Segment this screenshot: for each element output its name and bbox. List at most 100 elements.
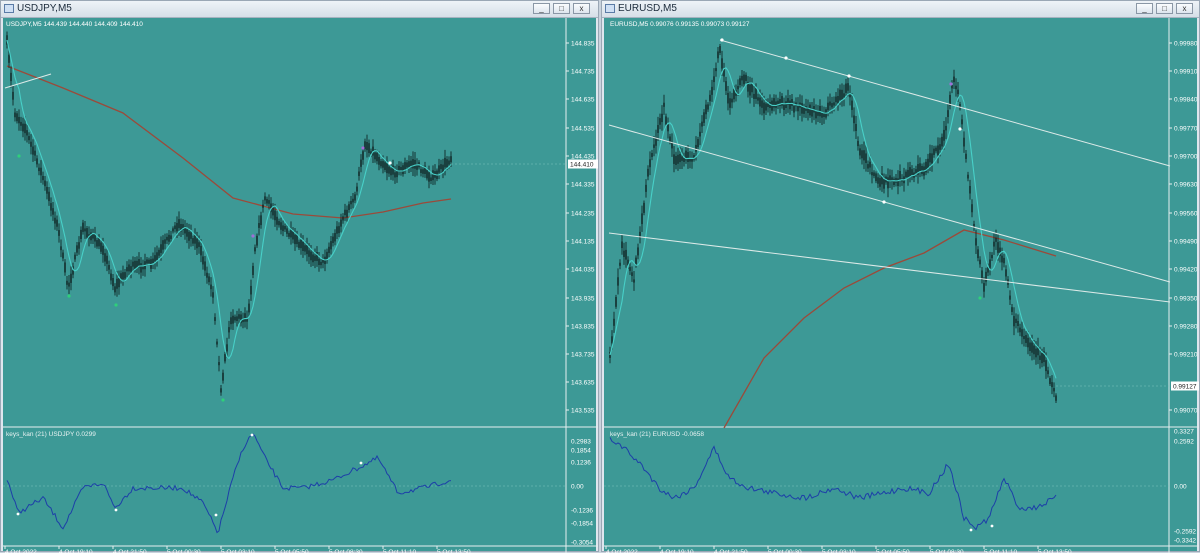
candle-body — [164, 239, 166, 244]
candle-body — [1019, 327, 1021, 333]
trend-line-horizontal[interactable] — [608, 232, 1171, 303]
minimize-button[interactable]: _ — [1136, 3, 1153, 14]
candle-body — [400, 166, 402, 171]
candle-body — [66, 280, 68, 285]
time-axis-label: 4 Oct 21:50 — [714, 549, 748, 553]
candle-body — [703, 112, 705, 123]
indicator-panel-header: keys_kan (21) USDJPY 0.0299 — [6, 431, 96, 438]
candle-body — [22, 123, 24, 132]
price-scale-label: 144.535 — [571, 125, 595, 132]
maximize-button[interactable]: □ — [553, 3, 570, 14]
window-titlebar[interactable]: EURUSD,M5 _ □ x — [602, 1, 1199, 18]
candle-body — [320, 261, 322, 266]
usdjpy-chart-svg[interactable]: USDJPY,M5 144.439 144.440 144.409 144.41… — [3, 18, 598, 553]
candle-body — [935, 147, 937, 152]
signal-marker — [221, 398, 225, 402]
usdjpy-chart-window[interactable]: USDJPY,M5 _ □ x USDJPY,M5 144.439 144.44… — [0, 0, 599, 553]
candle-body — [615, 296, 617, 307]
indicator-panel-header: keys_kan (21) EURUSD -0.0658 — [610, 431, 704, 438]
time-axis-label: 4 Oct 21:50 — [113, 549, 147, 553]
candle-body — [408, 161, 410, 168]
candle-body — [993, 241, 995, 247]
candle-body — [817, 111, 819, 116]
candle-body — [438, 165, 440, 173]
candle-body — [278, 221, 280, 226]
candle-body — [344, 209, 346, 216]
candle-body — [815, 110, 817, 119]
candle-body — [871, 172, 873, 176]
candle-body — [190, 232, 192, 239]
price-scale-label: 143.835 — [571, 323, 595, 330]
candle-body — [715, 68, 717, 72]
candle-body — [200, 245, 202, 256]
candle-body — [1003, 257, 1005, 264]
trend-line-channel[interactable] — [608, 124, 1171, 283]
candle-body — [174, 225, 176, 230]
candle-body — [206, 272, 208, 278]
time-axis-label: 5 Oct 00:30 — [768, 549, 802, 553]
candle-body — [971, 204, 973, 213]
candle-body — [148, 259, 150, 264]
price-scale-label: 144.835 — [571, 40, 595, 47]
chart-area[interactable]: EURUSD,M5 0.99076 0.99135 0.99073 0.9912… — [604, 18, 1199, 553]
close-button[interactable]: x — [1176, 3, 1193, 14]
candle-body — [763, 102, 765, 114]
candle-body — [302, 241, 304, 251]
trend-lines[interactable] — [608, 39, 1171, 303]
candle-body — [985, 271, 987, 282]
candle-body — [196, 238, 198, 249]
minimize-button[interactable]: _ — [533, 3, 550, 14]
candle-body — [238, 314, 240, 319]
candle-body — [719, 46, 721, 54]
candle-body — [1041, 352, 1043, 364]
candle-body — [955, 85, 957, 90]
window-titlebar[interactable]: USDJPY,M5 _ □ x — [1, 1, 598, 18]
candle-body — [214, 317, 216, 321]
candle-body — [855, 124, 857, 131]
chart-area[interactable]: USDJPY,M5 144.439 144.440 144.409 144.41… — [3, 18, 598, 553]
price-scale-label: 0.99770 — [1174, 125, 1198, 132]
eurusd-chart-svg[interactable]: EURUSD,M5 0.99076 0.99135 0.99073 0.9912… — [604, 18, 1199, 553]
candle-body — [82, 222, 84, 232]
candle-body — [673, 154, 675, 164]
indicator-signal-marker — [969, 528, 973, 532]
eurusd-chart-window[interactable]: EURUSD,M5 _ □ x EURUSD,M5 0.99076 0.9913… — [601, 0, 1200, 553]
candle-body — [821, 112, 823, 118]
candle-body — [995, 237, 997, 242]
candle-body — [631, 272, 633, 276]
candle-body — [739, 78, 741, 85]
candle-body — [280, 222, 282, 230]
keys-kan-indicator-line — [609, 437, 1057, 531]
close-button[interactable]: x — [573, 3, 590, 14]
candle-body — [446, 159, 448, 168]
candle-body — [166, 236, 168, 241]
signal-marker — [17, 154, 21, 158]
candle-body — [963, 137, 965, 147]
candle-body — [979, 259, 981, 265]
indicator-signal-marker — [16, 512, 20, 516]
chart-window-icon — [4, 4, 14, 13]
time-axis-label: 4 Oct 19:10 — [59, 549, 93, 553]
candle-body — [346, 209, 348, 218]
candle-body — [16, 113, 18, 122]
time-axis-label: 5 Oct 11:10 — [984, 549, 1018, 553]
candle-body — [268, 200, 270, 204]
candle-body — [705, 104, 707, 115]
candle-body — [30, 141, 32, 147]
price-scale-label: 143.535 — [571, 407, 595, 414]
candle-body — [801, 103, 803, 114]
candle-body — [621, 241, 623, 249]
candle-body — [48, 191, 50, 202]
candle-body — [741, 75, 743, 81]
candle-body — [188, 231, 190, 241]
candle-body — [310, 251, 312, 261]
candle-body — [204, 261, 206, 271]
candle-body — [691, 158, 693, 162]
candle-body — [132, 261, 134, 267]
candle-body — [967, 174, 969, 179]
candle-body — [841, 89, 843, 101]
candle-body — [921, 166, 923, 174]
candle-body — [695, 144, 697, 152]
maximize-button[interactable]: □ — [1156, 3, 1173, 14]
candle-body — [114, 286, 116, 293]
